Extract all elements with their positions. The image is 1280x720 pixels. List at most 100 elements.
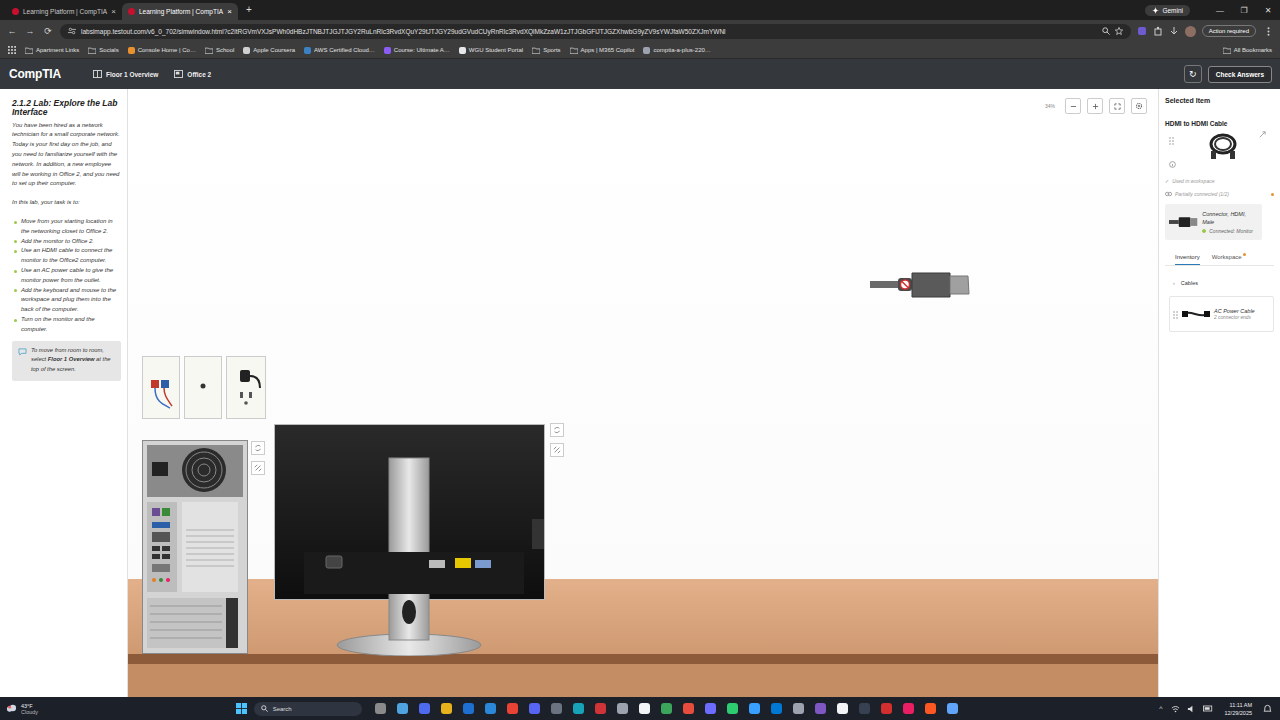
weather-widget[interactable]: 43°FCloudy (6, 703, 38, 715)
taskbar-app-icon[interactable] (899, 699, 918, 718)
bookmark-item[interactable]: Sports (532, 47, 560, 54)
browser-tab[interactable]: Learning Platform | CompTIA× (6, 3, 122, 20)
panel-tab[interactable]: Workspace (1212, 254, 1242, 265)
bookmark-item[interactable]: Course: Ultimate A… (384, 47, 450, 54)
disconnect-icon[interactable] (550, 443, 564, 457)
check-answers-button[interactable]: Check Answers (1208, 66, 1272, 83)
zoom-out-button[interactable] (1065, 98, 1081, 114)
reset-button[interactable]: ↻ (1184, 65, 1202, 83)
window-control-button[interactable]: ✕ (1256, 6, 1280, 15)
coax-wall-jack[interactable] (184, 356, 222, 419)
location-crumb[interactable]: Office 2 (174, 70, 211, 78)
taskbar-app-icon[interactable] (789, 699, 808, 718)
downloads-icon[interactable] (1169, 26, 1179, 36)
bookmark-item[interactable]: WGU Student Portal (459, 47, 523, 54)
taskbar-app-icon[interactable] (525, 699, 544, 718)
taskbar-app-icon[interactable] (415, 699, 434, 718)
action-required-button[interactable]: Action required (1202, 25, 1256, 37)
battery-icon[interactable] (1203, 705, 1213, 712)
taskbar-app-icon[interactable] (503, 699, 522, 718)
address-bar[interactable]: labsimapp.testout.com/v6_0_702/simwindow… (60, 24, 1131, 39)
extensions-puzzle-icon[interactable] (1153, 26, 1163, 36)
disconnect-icon[interactable] (251, 461, 265, 475)
fullscreen-button[interactable] (1109, 98, 1125, 114)
connector-card[interactable]: Connector, HDMI, MaleConnected: Monitor (1165, 204, 1262, 240)
rotate-icon[interactable] (251, 441, 265, 455)
nav-button[interactable]: ← (6, 26, 18, 36)
drag-handle-icon[interactable] (1173, 305, 1178, 323)
taskbar-app-icon[interactable] (613, 699, 632, 718)
taskbar-clock[interactable]: 11:11 AM12/29/2025 (1224, 701, 1252, 717)
volume-icon[interactable] (1187, 705, 1196, 713)
profile-avatar-icon[interactable] (1185, 26, 1196, 37)
inventory-item[interactable]: AC Power Cable2 connector ends (1169, 296, 1274, 332)
tray-overflow-button[interactable]: ^ (1159, 705, 1162, 712)
taskbar-app-icon[interactable] (635, 699, 654, 718)
bookmark-item[interactable]: comptia-a-plus-220… (643, 47, 710, 54)
bookmark-star-icon[interactable] (1115, 27, 1123, 35)
window-control-button[interactable]: ❐ (1232, 6, 1256, 15)
info-icon[interactable] (1169, 161, 1176, 168)
panel-tab[interactable]: Inventory (1175, 254, 1200, 265)
nav-button[interactable]: → (24, 26, 36, 36)
nav-button[interactable]: ⟳ (42, 26, 54, 36)
taskbar-app-icon[interactable] (547, 699, 566, 718)
taskbar-app-icon[interactable] (459, 699, 478, 718)
taskbar-app-icon[interactable] (745, 699, 764, 718)
taskbar-app-icon[interactable] (921, 699, 940, 718)
windows-start-icon[interactable] (236, 703, 247, 714)
menu-dots-icon[interactable] (1262, 27, 1274, 36)
hdmi-connector[interactable] (870, 267, 972, 303)
bookmark-item[interactable]: Socials (88, 47, 118, 54)
wifi-icon[interactable] (1171, 705, 1180, 713)
category-back[interactable]: ‹Cables (1165, 280, 1274, 286)
taskbar-app-icon[interactable] (833, 699, 852, 718)
settings-gear-icon[interactable] (1131, 98, 1147, 114)
bookmark-item[interactable]: Console Home | Co… (128, 47, 196, 54)
power-outlet[interactable] (226, 356, 266, 419)
bookmark-item[interactable]: School (205, 47, 234, 54)
taskbar-app-icon[interactable] (371, 699, 390, 718)
zoom-icon[interactable] (1102, 27, 1110, 35)
hdmi-port[interactable] (455, 558, 471, 568)
taskbar-app-icon[interactable] (701, 699, 720, 718)
taskbar-app-icon[interactable] (569, 699, 588, 718)
monitor[interactable] (274, 424, 546, 656)
bookmark-item[interactable]: Apartment Links (25, 47, 79, 54)
location-crumb[interactable]: Floor 1 Overview (93, 70, 158, 78)
notifications-bell-icon[interactable] (1263, 704, 1272, 713)
browser-tab[interactable]: Learning Platform | CompTIA× (122, 3, 238, 20)
zoom-in-button[interactable] (1087, 98, 1103, 114)
taskbar-search[interactable]: Search (254, 702, 362, 716)
rotate-icon[interactable] (550, 423, 564, 437)
taskbar-app-icon[interactable] (943, 699, 962, 718)
taskbar-app-icon[interactable] (481, 699, 500, 718)
computer-tower[interactable] (142, 440, 248, 654)
taskbar-app-icon[interactable] (811, 699, 830, 718)
gemini-button[interactable]: Gemini (1145, 5, 1190, 16)
apps-grid-icon[interactable] (8, 46, 16, 54)
taskbar-app-icon[interactable] (679, 699, 698, 718)
taskbar-app-icon[interactable] (767, 699, 786, 718)
taskbar-app-icon[interactable] (657, 699, 676, 718)
workspace-canvas[interactable]: 34% (128, 89, 1158, 697)
drag-handle-icon[interactable] (1169, 131, 1174, 149)
taskbar-app-icon[interactable] (437, 699, 456, 718)
taskbar-app-icon[interactable] (877, 699, 896, 718)
taskbar-app-icon[interactable] (723, 699, 742, 718)
tab-close-button[interactable]: × (227, 7, 232, 16)
tab-close-button[interactable]: × (111, 7, 116, 16)
taskbar-app-icon[interactable] (393, 699, 412, 718)
window-control-button[interactable]: — (1208, 6, 1232, 15)
connection-status[interactable]: Partially connected (1/2) (1165, 191, 1274, 197)
bookmark-item[interactable]: AWS Certified Cloud… (304, 47, 375, 54)
taskbar-app-icon[interactable] (855, 699, 874, 718)
expand-icon[interactable] (1259, 131, 1266, 138)
extension-icon[interactable] (1137, 26, 1147, 36)
all-bookmarks-button[interactable]: All Bookmarks (1223, 47, 1272, 54)
taskbar-app-icon[interactable] (591, 699, 610, 718)
network-wall-jack[interactable] (142, 356, 180, 419)
bookmark-item[interactable]: Apps | M365 Copilot (570, 47, 635, 54)
new-tab-button[interactable]: + (238, 4, 260, 17)
bookmark-item[interactable]: Apple Coursera (243, 47, 295, 54)
